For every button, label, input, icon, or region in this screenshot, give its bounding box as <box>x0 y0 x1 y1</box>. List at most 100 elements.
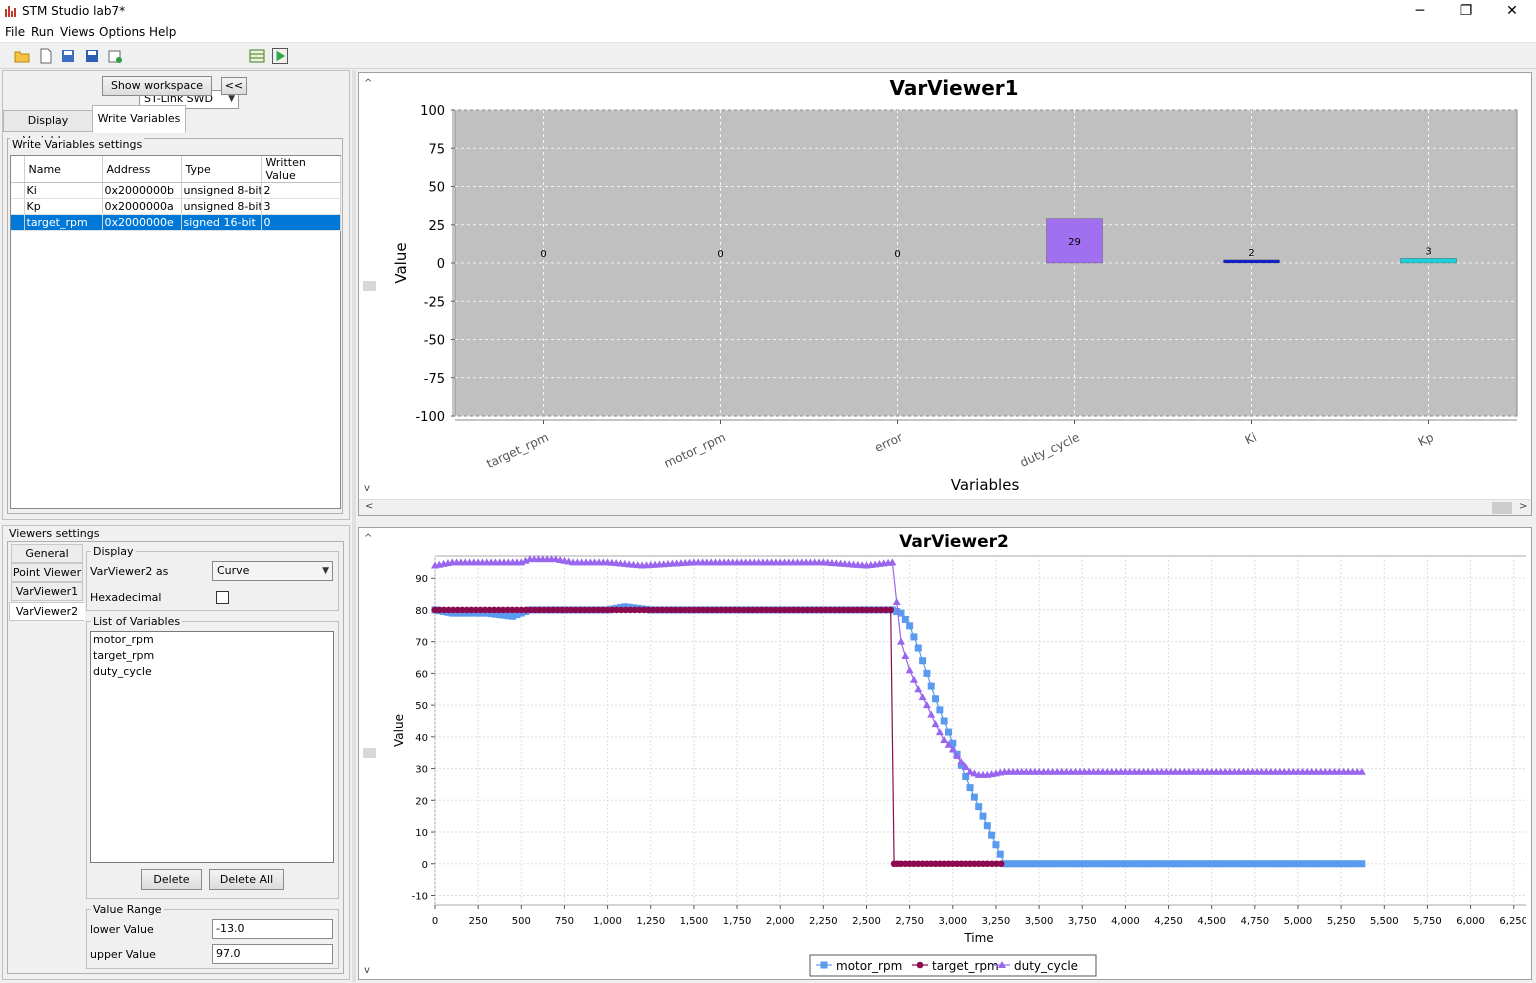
row-handle <box>11 182 25 199</box>
table-icon[interactable] <box>249 48 265 64</box>
table-row-selected[interactable]: target_rpm 0x2000000e signed 16-bit 0 <box>11 214 341 231</box>
y-tick-label: 80 <box>415 606 428 617</box>
y-tick-label: 20 <box>415 796 428 807</box>
x-tick-label: 4,750 <box>1241 916 1270 927</box>
upper-value-label: upper Value <box>90 948 156 961</box>
delete-button[interactable]: Delete <box>141 869 202 890</box>
scroll-down-icon[interactable]: v <box>364 483 370 494</box>
tab-display-variables[interactable]: Display Variables <box>3 110 93 147</box>
column-address[interactable]: Address <box>102 156 182 183</box>
scroll-up-icon[interactable]: ^ <box>364 78 372 89</box>
scroll-left-icon[interactable]: < <box>365 501 373 512</box>
y-tick-label: 90 <box>415 574 428 585</box>
close-button[interactable]: ✕ <box>1489 0 1535 22</box>
display-as-select[interactable]: Curve ▼ <box>212 561 333 581</box>
x-tick-label: 5,250 <box>1327 916 1356 927</box>
data-label: 3 <box>1425 246 1431 257</box>
y-axis-label: Value <box>392 242 410 283</box>
data-point-motor_rpm <box>910 633 918 641</box>
menu-file[interactable]: File <box>5 25 25 39</box>
list-of-variables-title: List of Variables <box>91 615 183 628</box>
write-variables-table: Name Address Type Written Value Ki 0x200… <box>11 156 341 231</box>
y-axis-label: Value <box>392 714 406 747</box>
splitter-handle[interactable] <box>363 748 376 758</box>
list-item[interactable]: motor_rpm <box>91 632 333 648</box>
scrollbar-thumb[interactable] <box>1492 502 1512 514</box>
y-tick-label: 10 <box>415 828 428 839</box>
cell-name[interactable]: Kp <box>24 198 103 215</box>
chevron-down-icon: ▼ <box>322 566 329 576</box>
x-tick-label: error <box>873 430 905 455</box>
data-label: 0 <box>540 249 546 260</box>
splitter[interactable] <box>352 70 356 982</box>
hexadecimal-label: Hexadecimal <box>90 591 162 604</box>
viewer-tab-varviewer2[interactable]: VarViewer2 <box>9 602 85 621</box>
x-tick-label: 750 <box>555 916 574 927</box>
upper-value-input[interactable]: 97.0 <box>212 944 333 964</box>
cell-address[interactable]: 0x2000000b <box>102 182 182 199</box>
menu-help[interactable]: Help <box>149 25 176 39</box>
menu-options[interactable]: Options <box>99 25 145 39</box>
bar-Ki <box>1223 259 1280 264</box>
export-icon[interactable] <box>107 48 123 64</box>
cell-address[interactable]: 0x2000000e <box>102 214 182 231</box>
viewer-tab-varviewer1[interactable]: VarViewer1 <box>11 582 83 601</box>
cell-value[interactable]: 0 <box>261 214 341 231</box>
y-tick-label: 100 <box>420 104 445 119</box>
table-row[interactable]: Kp 0x2000000a unsigned 8-bit 3 <box>11 198 341 215</box>
variables-list[interactable]: motor_rpm target_rpm duty_cycle <box>90 631 334 863</box>
y-tick-label: 30 <box>415 765 428 776</box>
table-row[interactable]: Ki 0x2000000b unsigned 8-bit 2 <box>11 182 341 199</box>
y-tick-label: -100 <box>415 410 445 425</box>
cell-type[interactable]: unsigned 8-bit <box>181 182 262 199</box>
x-tick-label: 2,750 <box>895 916 924 927</box>
scroll-down-icon[interactable]: v <box>364 965 370 976</box>
tab-write-variables[interactable]: Write Variables <box>92 105 186 133</box>
legend-label: motor_rpm <box>836 959 902 973</box>
y-tick-label: 75 <box>428 142 445 157</box>
delete-all-button[interactable]: Delete All <box>209 869 284 890</box>
cell-type[interactable]: unsigned 8-bit <box>181 198 262 215</box>
x-tick-label: 6,250 <box>1499 916 1526 927</box>
x-tick-label: 4,250 <box>1154 916 1183 927</box>
lower-value-label: lower Value <box>90 923 154 936</box>
y-tick-label: 60 <box>415 669 428 680</box>
minimize-button[interactable]: ─ <box>1397 0 1443 22</box>
data-point-motor_rpm <box>970 793 978 801</box>
viewer-tab-general[interactable]: General <box>11 544 83 563</box>
save-all-icon[interactable] <box>60 48 76 64</box>
scroll-up-icon[interactable]: ^ <box>364 533 372 544</box>
scroll-right-icon[interactable]: > <box>1519 501 1527 512</box>
cell-name[interactable]: target_rpm <box>24 214 103 231</box>
list-item[interactable]: target_rpm <box>91 648 333 664</box>
hexadecimal-checkbox[interactable] <box>216 591 229 604</box>
cell-type[interactable]: signed 16-bit <box>181 214 262 231</box>
splitter-handle[interactable] <box>363 281 376 291</box>
cell-address[interactable]: 0x2000000a <box>102 198 182 215</box>
new-file-icon[interactable] <box>38 48 54 64</box>
open-folder-icon[interactable] <box>14 48 30 64</box>
varviewer1-chart: VarViewer1 100 75 50 25 0 -25 -50 -75 -100 Value Va… <box>392 76 1518 494</box>
column-written-value[interactable]: Written Value <box>261 156 341 183</box>
data-point-motor_rpm <box>983 822 991 830</box>
x-tick-label: 1,750 <box>723 916 752 927</box>
collapse-button[interactable]: << <box>221 77 247 95</box>
menu-views[interactable]: Views <box>60 25 95 39</box>
horizontal-scrollbar[interactable]: < > <box>359 499 1531 515</box>
data-point-motor_rpm <box>901 615 909 623</box>
list-item[interactable]: duty_cycle <box>91 664 333 680</box>
cell-value[interactable]: 3 <box>261 198 341 215</box>
run-icon[interactable] <box>272 48 288 64</box>
data-point-motor_rpm <box>988 831 996 839</box>
x-axis-label: Time <box>963 931 993 945</box>
lower-value-input[interactable]: -13.0 <box>212 919 333 939</box>
show-workspace-button[interactable]: Show workspace <box>102 76 212 96</box>
maximize-button[interactable]: ❐ <box>1443 0 1489 22</box>
cell-value[interactable]: 2 <box>261 182 341 199</box>
column-type[interactable]: Type <box>181 156 262 183</box>
menu-run[interactable]: Run <box>31 25 54 39</box>
cell-name[interactable]: Ki <box>24 182 103 199</box>
column-name[interactable]: Name <box>24 156 103 183</box>
viewer-tab-point-viewer[interactable]: Point Viewer <box>11 563 83 582</box>
save-icon[interactable] <box>84 48 100 64</box>
